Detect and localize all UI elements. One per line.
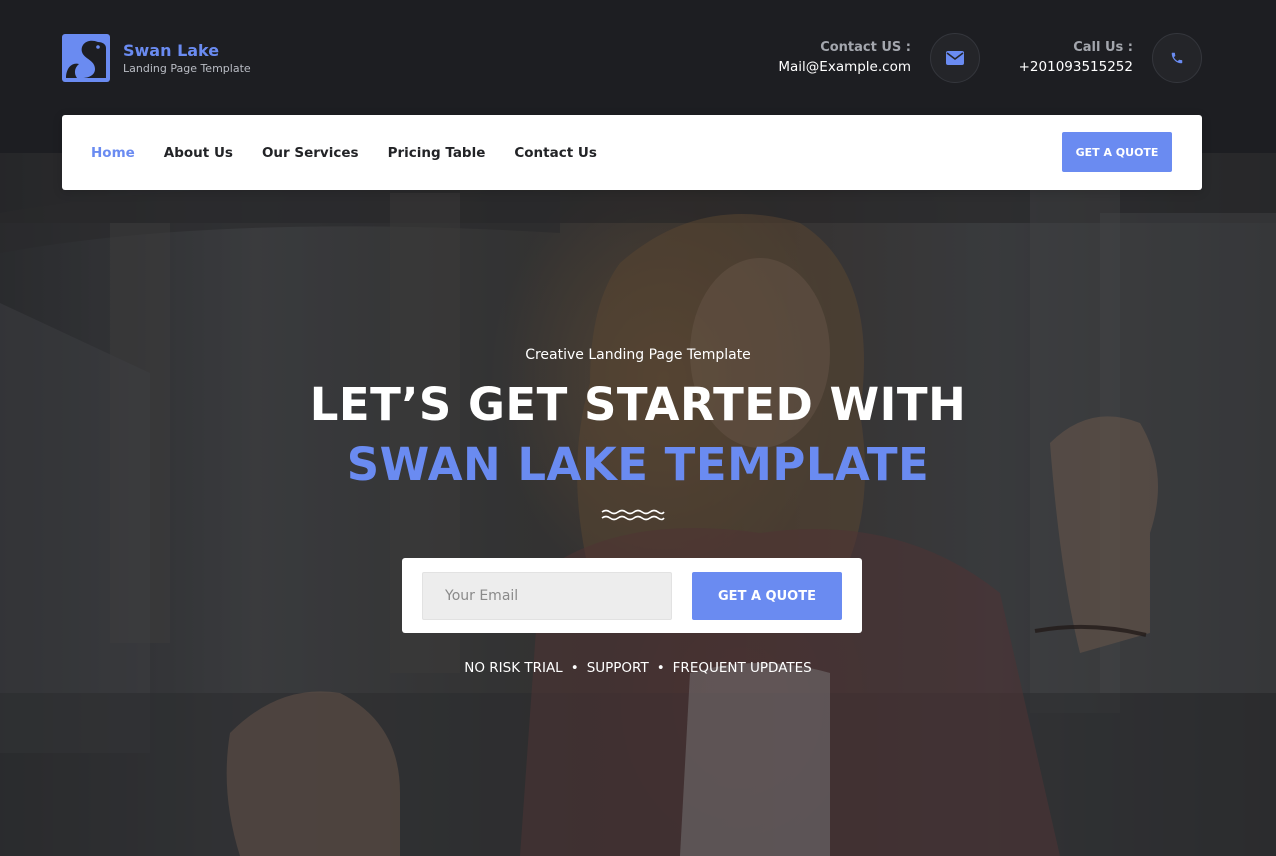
nav-get-quote-button[interactable]: GET A QUOTE — [1062, 132, 1172, 172]
hero-headline-line1: LET’S GET STARTED WITH — [309, 378, 967, 431]
brand-text: Swan Lake Landing Page Template — [123, 41, 251, 76]
hero-section: Creative Landing Page Template LET’S GET… — [0, 153, 1276, 856]
hero-get-quote-button[interactable]: GET A QUOTE — [692, 572, 842, 620]
brand-tagline: Landing Page Template — [123, 61, 251, 75]
feature-support: SUPPORT — [586, 660, 649, 676]
email-input[interactable] — [422, 572, 672, 620]
contact-email-block: Contact US : Mail@Example.com — [778, 33, 980, 83]
contact-phone-label: Call Us : — [1073, 40, 1133, 55]
nav-item-about-us[interactable]: About Us — [164, 145, 233, 161]
nav-item-pricing-table[interactable]: Pricing Table — [388, 145, 486, 161]
wave-icon — [601, 509, 665, 521]
contact-email-label: Contact US : — [820, 40, 911, 55]
contact-phone-block: Call Us : +201093515252 — [1019, 33, 1202, 83]
contact-email-value[interactable]: Mail@Example.com — [778, 57, 911, 77]
nav-menu: Home About Us Our Services Pricing Table… — [91, 115, 626, 190]
contact-phone-text: Call Us : +201093515252 — [1019, 39, 1133, 77]
hero-headline-line2: SWAN LAKE TEMPLATE — [346, 438, 930, 491]
contact-phone-value[interactable]: +201093515252 — [1019, 57, 1133, 77]
subscribe-form: GET A QUOTE — [402, 558, 862, 633]
main-navbar: Home About Us Our Services Pricing Table… — [62, 115, 1202, 190]
nav-item-contact-us[interactable]: Contact Us — [514, 145, 597, 161]
hero-tagline: Creative Landing Page Template — [525, 347, 751, 363]
hero-content: Creative Landing Page Template LET’S GET… — [0, 153, 1276, 856]
feature-frequent-updates: FREQUENT UPDATES — [672, 660, 812, 676]
feature-no-risk-trial: NO RISK TRIAL — [464, 660, 563, 676]
nav-item-home[interactable]: Home — [91, 145, 135, 161]
feature-separator: • — [570, 660, 579, 676]
contact-email-text: Contact US : Mail@Example.com — [778, 39, 911, 77]
brand-name: Swan Lake — [123, 40, 220, 60]
swan-logo-icon — [62, 34, 110, 82]
phone-icon[interactable] — [1152, 33, 1202, 83]
brand-logo[interactable]: Swan Lake Landing Page Template — [62, 34, 251, 82]
feature-separator: • — [656, 660, 665, 676]
nav-item-our-services[interactable]: Our Services — [262, 145, 359, 161]
feature-list: NO RISK TRIAL • SUPPORT • FREQUENT UPDATES — [0, 660, 1276, 676]
envelope-icon[interactable] — [930, 33, 980, 83]
